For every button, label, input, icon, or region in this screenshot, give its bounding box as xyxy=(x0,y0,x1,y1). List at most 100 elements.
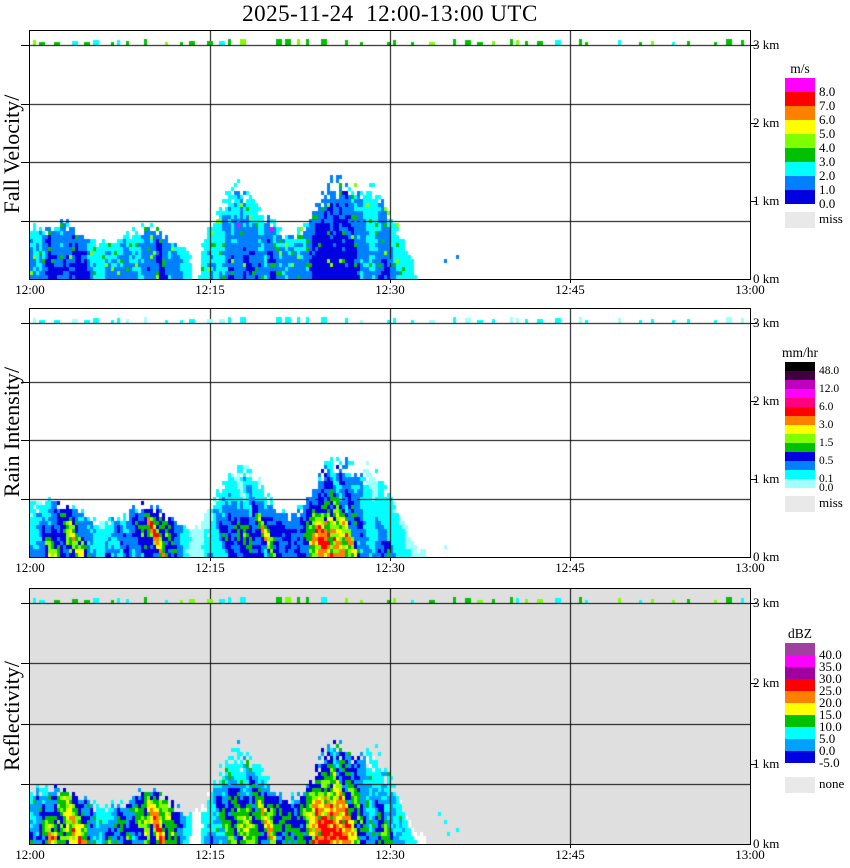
y-axis-label-fall-velocity: Fall Velocity/ xyxy=(0,94,24,214)
y-km-label: 1 km xyxy=(753,471,780,486)
colorbar-cell xyxy=(785,148,815,162)
colorbar-cell xyxy=(785,389,815,398)
colorbar-cell xyxy=(785,425,815,434)
colorbar-missing-label: none xyxy=(819,776,845,791)
panel-reflectivity: Reflectivity/ 12:00 12:15 12:30 12:45 13:00 … xyxy=(0,588,850,862)
colorbar-missing-swatch xyxy=(785,212,815,228)
colorbar-cell xyxy=(785,434,815,443)
colorbar-tick-label: 48.0 xyxy=(819,365,840,377)
colorbar-cell xyxy=(785,691,815,703)
colorbar-cell xyxy=(785,106,815,120)
rain-intensity-x-axis: 12:00 12:15 12:30 12:45 13:00 xyxy=(15,560,765,576)
colorbar-missing-swatch xyxy=(785,496,815,512)
y-km-label: 0 km xyxy=(753,271,780,286)
left-axis-tick xyxy=(21,440,29,441)
rain-intensity-heatmap-canvas xyxy=(30,309,750,557)
colorbar-cell xyxy=(785,176,815,190)
colorbar-missing-label: miss xyxy=(819,211,843,226)
left-axis-tick xyxy=(21,162,29,163)
colorbar-cell xyxy=(785,443,815,452)
colorbar-cell xyxy=(785,371,815,380)
x-tick-label: 12:30 xyxy=(375,560,405,575)
colorbar-cell xyxy=(785,715,815,727)
colorbar-tick-label: 3.0 xyxy=(819,419,834,431)
left-axis-tick xyxy=(21,663,29,664)
x-tick-label: 12:15 xyxy=(195,560,225,575)
x-tick-label: 12:00 xyxy=(15,560,45,575)
colorbar-tick-label: 0.0 xyxy=(819,482,834,494)
reflectivity-plot-frame xyxy=(21,588,757,848)
colorbar-title-dbz: dBZ xyxy=(787,626,813,641)
colorbar-cell xyxy=(785,162,815,176)
reflectivity-x-axis: 12:00 12:15 12:30 12:45 13:00 xyxy=(15,847,765,863)
colorbar-tick-label: -5.0 xyxy=(819,755,840,770)
colorbar-cell xyxy=(785,78,815,92)
colorbar-cell xyxy=(785,461,815,470)
left-axis-tick xyxy=(21,724,29,725)
x-tick-label: 12:15 xyxy=(195,282,225,297)
colorbar-cell xyxy=(785,703,815,715)
y-km-label: 0 km xyxy=(753,836,780,851)
x-tick-label: 12:45 xyxy=(555,847,585,862)
mrr-time-height-figure: 2025-11-24 12:00-13:00 UTC Fall Velocity… xyxy=(0,0,850,868)
left-axis-tick xyxy=(21,382,29,383)
colorbar-cell xyxy=(785,727,815,739)
colorbar-cell xyxy=(785,655,815,667)
fall-velocity-heatmap-canvas xyxy=(30,31,750,279)
colorbar-missing-swatch xyxy=(785,777,815,793)
colorbar-tick-label: 12.0 xyxy=(819,383,840,395)
colorbar-cell xyxy=(785,398,815,407)
figure-title: 2025-11-24 12:00-13:00 UTC xyxy=(242,1,538,26)
colorbar-cell xyxy=(785,362,815,371)
y-km-label: 3 km xyxy=(753,37,780,52)
colorbar-cell xyxy=(785,120,815,134)
colorbar-cell xyxy=(785,452,815,461)
panel-fall-velocity: Fall Velocity/ 12:00 12:15 12:30 12:45 13:00… xyxy=(0,30,850,297)
fall-velocity-plot-frame xyxy=(21,30,757,283)
x-tick-label: 12:45 xyxy=(555,560,585,575)
left-axis-tick xyxy=(21,104,29,105)
colorbar-cell xyxy=(785,751,815,763)
panel-rain-intensity: Rain Intensity/ 12:00 12:15 12:30 12:45 13:0… xyxy=(0,308,850,575)
reflectivity-heatmap-canvas xyxy=(30,589,750,844)
colorbar-cell xyxy=(785,679,815,691)
colorbar-tick-label: 0.0 xyxy=(819,196,836,211)
colorbar-cell xyxy=(785,190,815,204)
colorbar-tick-label: 0.5 xyxy=(819,455,834,467)
x-tick-label: 12:00 xyxy=(15,282,45,297)
left-axis-tick xyxy=(21,323,29,324)
y-km-label: 2 km xyxy=(753,393,780,408)
colorbar-tick-label: 6.0 xyxy=(819,401,834,413)
left-axis-tick xyxy=(21,221,29,222)
left-axis-tick xyxy=(21,603,29,604)
colorbar-tick-label: 1.5 xyxy=(819,437,834,449)
colorbar-cell xyxy=(785,739,815,751)
y-axis-label-reflectivity: Reflectivity/ xyxy=(0,660,24,771)
colorbar-cell xyxy=(785,643,815,655)
colorbar-cell xyxy=(785,470,815,479)
colorbar-cell xyxy=(785,407,815,416)
left-axis-tick xyxy=(21,499,29,500)
colorbar-title-ms: m/s xyxy=(790,61,810,76)
colorbar-cell xyxy=(785,667,815,679)
colorbar-cell xyxy=(785,479,815,488)
colorbar-cell xyxy=(785,416,815,425)
rain-intensity-plot-frame xyxy=(21,308,757,561)
y-axis-label-rain-intensity: Rain Intensity/ xyxy=(0,366,24,498)
left-axis-tick xyxy=(21,45,29,46)
left-axis-tick xyxy=(21,784,29,785)
y-km-label: 3 km xyxy=(753,595,780,610)
colorbar-cell xyxy=(785,134,815,148)
x-tick-label: 12:00 xyxy=(15,847,45,862)
y-km-label: 2 km xyxy=(753,115,780,130)
x-tick-label: 12:30 xyxy=(375,282,405,297)
x-tick-label: 12:30 xyxy=(375,847,405,862)
y-km-label: 0 km xyxy=(753,549,780,564)
y-km-label: 3 km xyxy=(753,315,780,330)
fall-velocity-x-axis: 12:00 12:15 12:30 12:45 13:00 xyxy=(15,282,765,298)
y-km-label: 1 km xyxy=(753,193,780,208)
y-km-label: 2 km xyxy=(753,675,780,691)
x-tick-label: 12:15 xyxy=(195,847,225,862)
y-km-label: 1 km xyxy=(753,755,780,771)
colorbar-title-mmhr: mm/hr xyxy=(782,345,818,360)
